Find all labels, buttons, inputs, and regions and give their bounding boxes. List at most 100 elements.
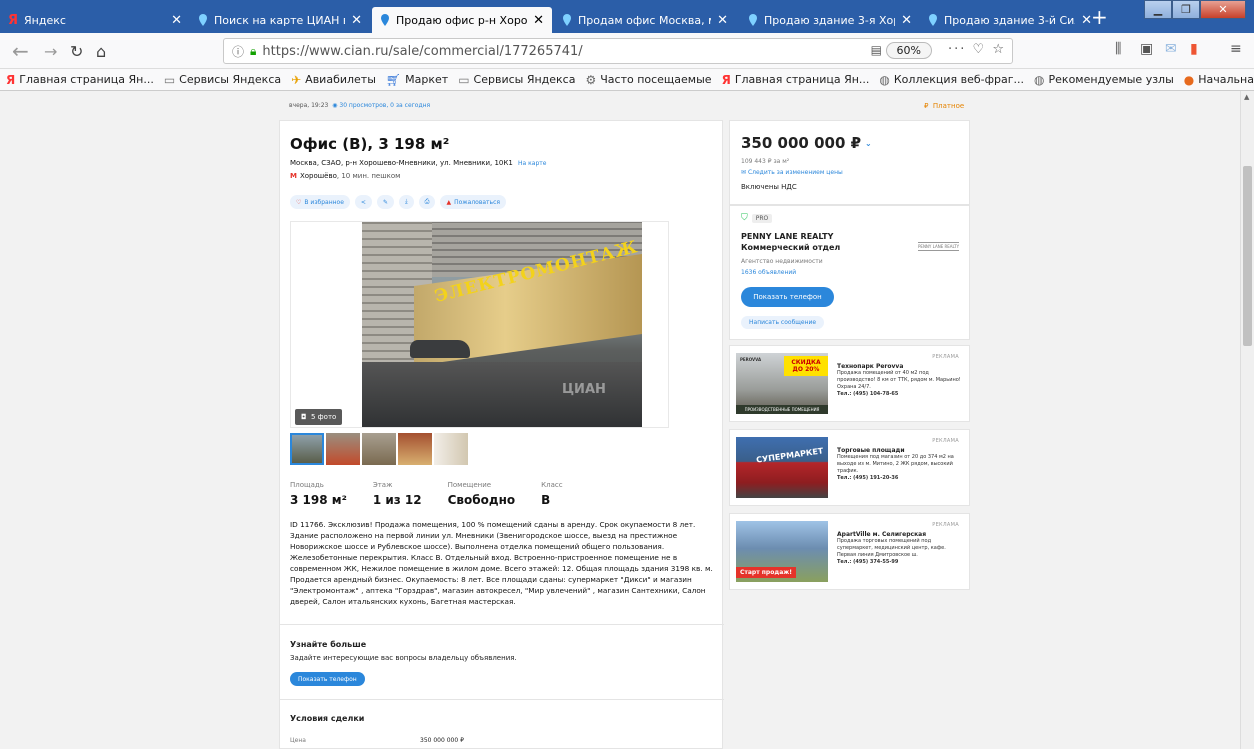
bookmark-item[interactable]: ▭ Сервисы Яндекса <box>458 73 575 87</box>
divider <box>280 699 724 700</box>
listing-specs: Площадь 3 198 м² Этаж 1 из 12 Помещение … <box>290 481 563 507</box>
close-icon[interactable]: ✕ <box>901 13 912 28</box>
sidebar-icon[interactable]: ▣ <box>1140 41 1153 57</box>
home-icon[interactable]: ⌂ <box>96 42 106 61</box>
map-link[interactable]: На карте <box>518 160 546 167</box>
print-button[interactable]: ⎙ <box>418 195 436 209</box>
price-per-m2: 109 443 ₽ за м² <box>741 158 790 165</box>
bookmark-item[interactable]: 🛒︎ Маркет <box>386 73 448 87</box>
thumbnail[interactable] <box>326 433 360 465</box>
info-icon[interactable]: ⓘ <box>232 43 244 60</box>
tab-yandex[interactable]: Я Яндекс ✕ <box>0 7 190 33</box>
edit-button[interactable]: ✎ <box>376 195 394 209</box>
menu-icon[interactable]: ≡ <box>1230 41 1242 57</box>
tab-title: Продаю офис р-н Хороше <box>396 13 528 27</box>
follow-price-link[interactable]: ✉ Следить за изменением цены <box>741 169 843 176</box>
agency-type: Агентство недвижимости <box>741 258 823 265</box>
tab-map-search[interactable]: Поиск на карте ЦИАН в Мо ✕ <box>190 7 370 33</box>
favorite-button[interactable]: ♡ В избранное <box>290 195 350 209</box>
ad-card[interactable]: Старт продаж! РЕКЛАМА ApartVille м. Сели… <box>729 513 970 590</box>
tab-building-silikatny[interactable]: Продаю здание 3-й Силика ✕ <box>920 7 1100 33</box>
bookmark-item[interactable]: ▭ Сервисы Яндекса <box>164 73 281 87</box>
metro-station[interactable]: Хорошёво <box>300 172 337 180</box>
conditions-price-label: Цена <box>290 737 306 744</box>
tab-bar: Я Яндекс ✕ Поиск на карте ЦИАН в Мо ✕ Пр… <box>0 0 1254 33</box>
ad-title: ApartVille м. Селигерская <box>837 531 927 538</box>
window-close-button[interactable]: ✕ <box>1200 0 1246 19</box>
page-actions-icon[interactable]: ··· ♡ ☆ <box>948 42 1006 57</box>
chevron-down-icon[interactable]: ⌄ <box>865 139 872 148</box>
pin-icon <box>929 14 937 26</box>
spec-class: Класс B <box>541 481 563 507</box>
main-photo[interactable]: ЭЛЕКТРОМОНТАЖ ЦИАН <box>362 222 642 427</box>
back-icon[interactable]: ← <box>12 39 29 63</box>
folder-icon: ▭ <box>458 72 470 87</box>
bookmark-flag-icon[interactable]: ▮ <box>1190 41 1198 57</box>
scroll-up-icon[interactable]: ▲ <box>1244 93 1249 101</box>
ad-card[interactable]: PEROVVA СКИДКА ДО 20% ПРОИЗВОДСТВЕННЫЕ ПО… <box>729 345 970 422</box>
show-phone-button[interactable]: Показать телефон <box>290 672 365 686</box>
tab-office-sale-active[interactable]: Продаю офис р-н Хороше ✕ <box>372 7 552 33</box>
reader-view-icon[interactable]: ▤ <box>871 43 882 57</box>
ad-title: Торговые площади <box>837 447 905 454</box>
listing-actions: ♡ В избранное < ✎ ⤓ ⎙ ▲ Пожаловаться <box>290 195 506 209</box>
bookmark-item[interactable]: ✈ Авиабилеты <box>291 73 376 87</box>
tab-office-moscow[interactable]: Продам офис Москва, мет ✕ <box>554 7 736 33</box>
complain-button[interactable]: ▲ Пожаловаться <box>440 195 506 209</box>
metro-distance: , 10 мин. пешком <box>336 172 401 180</box>
bookmark-item[interactable]: ⚙ Часто посещаемые <box>585 73 711 87</box>
yandex-icon: Я <box>6 72 16 87</box>
reload-icon[interactable]: ↻ <box>70 42 83 61</box>
supermarket-sign: СУПЕРМАРКЕТ <box>755 446 824 465</box>
spec-floor: Этаж 1 из 12 <box>372 481 422 507</box>
photo-thumbnails <box>290 433 468 465</box>
lock-icon: 🔒︎ <box>250 43 257 58</box>
library-icon[interactable]: ⫼ <box>1115 41 1121 57</box>
ad-image[interactable]: PEROVVA СКИДКА ДО 20% ПРОИЗВОДСТВЕННЫЕ ПО… <box>736 353 828 414</box>
bookmark-item[interactable]: ◍ Рекомендуемые узлы <box>1034 73 1174 87</box>
close-icon[interactable]: ✕ <box>533 13 544 28</box>
ad-image[interactable]: СУПЕРМАРКЕТ <box>736 437 828 498</box>
pin-icon <box>749 14 757 26</box>
bookmark-item[interactable]: Я Главная страница Ян... <box>722 73 870 87</box>
close-icon[interactable]: ✕ <box>717 13 728 28</box>
new-tab-button[interactable]: + <box>1091 5 1108 29</box>
ad-text: Продажа торговых помещений под супермарк… <box>837 538 946 565</box>
forward-icon[interactable]: → <box>44 42 57 61</box>
photo-count-badge[interactable]: ◘ 5 фото <box>295 409 343 425</box>
vertical-scrollbar[interactable]: ▲ <box>1240 91 1254 749</box>
globe-icon: ◍ <box>1034 72 1045 87</box>
thumbnail[interactable] <box>398 433 432 465</box>
photo-gallery[interactable]: ЭЛЕКТРОМОНТАЖ ЦИАН ◘ 5 фото <box>290 221 669 428</box>
mail-icon[interactable]: ✉ <box>1165 41 1177 57</box>
tab-title: Продаю здание 3-я Хороше <box>764 13 895 27</box>
tab-building-3rd-khoroshevsky[interactable]: Продаю здание 3-я Хороше ✕ <box>740 7 920 33</box>
tab-title: Поиск на карте ЦИАН в Мо <box>214 13 345 27</box>
divider <box>280 624 724 625</box>
bookmark-item[interactable]: ●Начальная страница <box>1184 73 1254 87</box>
ad-image[interactable]: Старт продаж! <box>736 521 828 582</box>
maximize-button[interactable]: ❐ <box>1172 0 1200 19</box>
scrollbar-thumb[interactable] <box>1243 166 1252 346</box>
zoom-level[interactable]: 60% <box>885 42 932 59</box>
write-message-button[interactable]: Написать сообщение <box>741 316 825 329</box>
bookmark-item[interactable]: ◍ Коллекция веб-фраг... <box>879 73 1024 87</box>
address-bar[interactable]: ⓘ 🔒︎ https://www.cian.ru/sale/commercial… <box>223 38 1013 64</box>
close-icon[interactable]: ✕ <box>171 13 182 28</box>
listing-meta: вчера, 19:23 ◉ 30 просмотров, 0 за сегод… <box>289 102 430 109</box>
thumbnail[interactable] <box>434 433 468 465</box>
agency-listings-link[interactable]: 1636 объявлений <box>741 269 796 276</box>
thumbnail[interactable] <box>290 433 324 465</box>
show-phone-button-sidebar[interactable]: Показать телефон <box>741 287 834 307</box>
ad-card[interactable]: СУПЕРМАРКЕТ РЕКЛАМА Торговые площади Пом… <box>729 429 970 506</box>
views-count[interactable]: 30 просмотров, 0 за сегодня <box>339 102 430 109</box>
agency-logo[interactable]: PENNY LANE REALTY <box>918 242 960 251</box>
download-button[interactable]: ⤓ <box>398 195 414 209</box>
thumbnail[interactable] <box>362 433 396 465</box>
agency-name[interactable]: PENNY LANE REALTY Коммерческий отдел <box>741 231 901 253</box>
close-icon[interactable]: ✕ <box>351 13 362 28</box>
minimize-button[interactable]: ▁ <box>1144 0 1172 19</box>
share-button[interactable]: < <box>354 195 372 209</box>
bookmark-item[interactable]: Я Главная страница Ян... <box>6 73 154 87</box>
listing-address: Москва, СЗАО, р-н Хорошево-Мневники, ул.… <box>290 159 547 167</box>
